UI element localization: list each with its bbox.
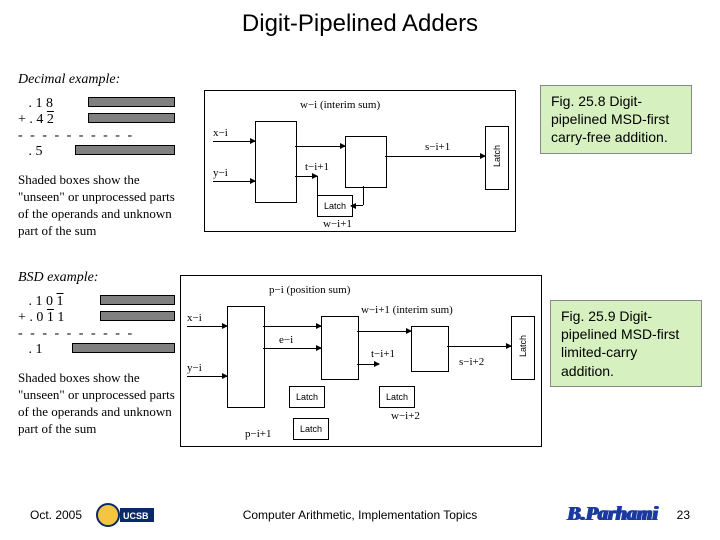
d1-x-label: x−i [213,127,228,139]
d1-out-latch: Latch [485,126,509,190]
d2-latch3: Latch [293,418,329,440]
d2-y-label: y−i [187,362,202,374]
bsd-desc: Shaded boxes show the "unseen" or unproc… [18,370,188,438]
dec-dash: - - - - - - - - - - [18,128,134,144]
d2-p-arrow [263,326,321,327]
bsd-dash: - - - - - - - - - - [18,326,134,342]
d2-p-top: p−i (position sum) [269,284,350,296]
d2-t-label: t−i+1 [371,348,395,360]
bsd-shade-3 [72,343,175,353]
dec-shade-2 [88,113,175,123]
diagram-1: Latch Latch x−i y−i w−i (interim sum) t−… [204,90,516,232]
d1-s-label: s−i+1 [425,141,450,153]
bsd-shade-2 [100,311,175,321]
d1-wbot: w−i+1 [323,218,352,230]
decimal-desc: Shaded boxes show the "unseen" or unproc… [18,172,188,240]
bsd-label: BSD example: [18,270,98,286]
d2-out-latch: Latch [511,316,535,380]
dec-shade-3 [75,145,175,155]
d1-stage2 [345,136,387,188]
d1-wbot-arrow [351,205,363,206]
bsd-shade-1 [100,295,175,305]
d1-t-arrow [295,176,317,177]
dec-shade-1 [88,97,175,107]
d2-pbot: p−i+1 [245,428,271,440]
d2-x-arrow [187,326,227,327]
d1-stage1 [255,121,297,203]
caption-1: Fig. 25.8 Digit-pipelined MSD-first carr… [540,85,692,154]
d2-out-latch-label: Latch [518,335,528,357]
d2-latch1: Latch [289,386,325,408]
d2-stage3 [411,326,449,372]
footer-page: 23 [677,508,690,522]
d1-t-label: t−i+1 [305,161,329,173]
decimal-label: Decimal example: [18,72,120,88]
d1-wbot-down [363,186,364,205]
d2-x-label: x−i [187,312,202,324]
d2-w-label: w−i+1 (interim sum) [361,304,453,316]
d1-s-arrow [385,156,485,157]
d2-y-arrow [187,376,227,377]
d2-wbot: w−i+2 [391,410,420,422]
d2-stage1 [227,306,265,408]
d1-x-arrow [213,141,255,142]
d2-w-arrow [357,331,411,332]
d2-e-label: e−i [279,334,293,346]
d2-latch2: Latch [379,386,415,408]
d2-t-arrow [357,364,379,365]
caption-2: Fig. 25.9 Digit-pipelined MSD-first limi… [550,300,702,387]
footer-author: B.Parhami [567,503,658,526]
d1-y-arrow [213,181,255,182]
d1-w-top: w−i (interim sum) [300,99,380,111]
d2-stage2 [321,316,359,380]
d1-t-down [317,176,318,195]
d1-y-label: y−i [213,167,228,179]
d1-w-arrow [295,146,345,147]
d1-latch: Latch [317,195,353,217]
d2-s-label: s−i+2 [459,356,484,368]
d1-out-latch-label: Latch [492,145,502,167]
d2-s-arrow [447,346,511,347]
page-title: Digit-Pipelined Adders [0,10,720,38]
diagram-2: Latch Latch Latch Latch x−i y−i p−i (pos… [180,275,542,447]
d2-e-arrow [263,348,321,349]
